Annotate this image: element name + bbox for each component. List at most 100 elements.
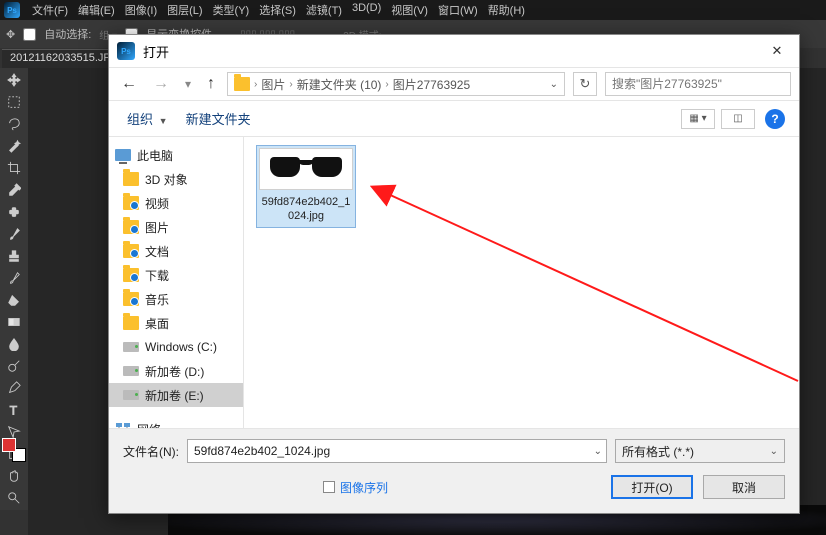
chevron-down-icon: ⌄: [770, 446, 778, 457]
color-swatch[interactable]: [2, 438, 26, 462]
forward-button[interactable]: →: [149, 75, 173, 93]
filename-input[interactable]: 59fd874e2b402_1024.jpg⌄: [187, 439, 607, 463]
pc-icon: [115, 149, 131, 161]
move-tool[interactable]: [2, 70, 26, 90]
folder-icon: [123, 292, 139, 306]
heal-tool[interactable]: [2, 202, 26, 222]
menu-view[interactable]: 视图(V): [391, 2, 428, 18]
view-mode-button[interactable]: ▦ ▾: [681, 109, 715, 129]
tree-desktop[interactable]: 桌面: [109, 311, 243, 335]
open-button[interactable]: 打开(O): [611, 475, 693, 499]
sunglasses-icon: [270, 157, 342, 181]
menu-window[interactable]: 窗口(W): [438, 2, 478, 18]
menu-select[interactable]: 选择(S): [259, 2, 296, 18]
checkbox-icon: [323, 481, 335, 493]
crop-tool[interactable]: [2, 158, 26, 178]
tree-3d-objects[interactable]: 3D 对象: [109, 167, 243, 191]
svg-text:T: T: [10, 403, 18, 417]
crumb-dropdown-icon[interactable]: ⌄: [550, 79, 558, 90]
tree-videos[interactable]: 视频: [109, 191, 243, 215]
dialog-footer: 文件名(N): 59fd874e2b402_1024.jpg⌄ 所有格式 (*.…: [109, 428, 799, 513]
eraser-tool[interactable]: [2, 290, 26, 310]
tree-network[interactable]: 网络: [109, 417, 243, 428]
tree-documents[interactable]: 文档: [109, 239, 243, 263]
tree-drive-d[interactable]: 新加卷 (D:): [109, 359, 243, 383]
drive-icon: [123, 390, 139, 400]
crumb-1[interactable]: 新建文件夹 (10): [297, 76, 382, 93]
folder-icon: [234, 77, 250, 91]
breadcrumb[interactable]: › 图片 › 新建文件夹 (10) › 图片27763925 ⌄: [227, 72, 565, 96]
tree-this-pc[interactable]: 此电脑: [109, 143, 243, 167]
search-input[interactable]: [605, 72, 791, 96]
wand-tool[interactable]: [2, 136, 26, 156]
file-name-label: 59fd874e2b402_1024.jpg: [259, 194, 353, 225]
refresh-button[interactable]: ↻: [573, 72, 597, 96]
crumb-2[interactable]: 图片27763925: [393, 76, 470, 93]
tree-drive-e[interactable]: 新加卷 (E:): [109, 383, 243, 407]
open-dialog: Ps 打开 ✕ ← → ▾ ↑ › 图片 › 新建文件夹 (10) › 图片27…: [108, 34, 800, 514]
tree-music[interactable]: 音乐: [109, 287, 243, 311]
thumbnail-image: [259, 148, 353, 190]
autoselect-label: 自动选择:: [44, 26, 91, 42]
zoom-tool[interactable]: [2, 488, 26, 508]
file-thumbnail[interactable]: 59fd874e2b402_1024.jpg: [256, 145, 356, 228]
files-pane[interactable]: 59fd874e2b402_1024.jpg: [244, 137, 799, 428]
menu-edit[interactable]: 编辑(E): [78, 2, 115, 18]
type-tool[interactable]: T: [2, 400, 26, 420]
close-icon[interactable]: ✕: [763, 37, 791, 65]
up-button[interactable]: ↑: [203, 75, 219, 93]
dialog-title: 打开: [143, 42, 169, 61]
cancel-button[interactable]: 取消: [703, 475, 785, 499]
menu-filter[interactable]: 滤镜(T): [306, 2, 342, 18]
menu-type[interactable]: 类型(Y): [213, 2, 250, 18]
folder-icon: [123, 220, 139, 234]
organize-button[interactable]: 组织 ▼: [127, 109, 168, 128]
lasso-tool[interactable]: [2, 114, 26, 134]
menu-image[interactable]: 图像(I): [125, 2, 157, 18]
menu-help[interactable]: 帮助(H): [488, 2, 525, 18]
marquee-tool[interactable]: [2, 92, 26, 112]
eyedropper-tool[interactable]: [2, 180, 26, 200]
move-tool-icon: ✥: [6, 28, 15, 41]
crumb-0[interactable]: 图片: [261, 76, 285, 93]
image-sequence-checkbox[interactable]: 图像序列: [323, 479, 388, 496]
ps-titlebar: Ps 文件(F) 编辑(E) 图像(I) 图层(L) 类型(Y) 选择(S) 滤…: [0, 0, 826, 20]
folder-icon: [123, 244, 139, 258]
hand-tool[interactable]: [2, 466, 26, 486]
menu-layer[interactable]: 图层(L): [167, 2, 202, 18]
preview-pane-button[interactable]: ◫: [721, 109, 755, 129]
dialog-toolbar: 组织 ▼ 新建文件夹 ▦ ▾ ◫ ?: [109, 101, 799, 137]
drive-icon: [123, 342, 139, 352]
stamp-tool[interactable]: [2, 246, 26, 266]
folder-icon: [123, 196, 139, 210]
dodge-tool[interactable]: [2, 356, 26, 376]
menu-3d[interactable]: 3D(D): [352, 2, 381, 18]
folder-tree: 此电脑 3D 对象 视频 图片 文档 下载 音乐 桌面 Windows (C:)…: [109, 137, 244, 428]
recent-dropdown[interactable]: ▾: [181, 77, 195, 91]
ps-icon: Ps: [117, 42, 135, 60]
folder-icon: [123, 316, 139, 330]
brush-tool[interactable]: [2, 224, 26, 244]
pen-tool[interactable]: [2, 378, 26, 398]
menu-file[interactable]: 文件(F): [32, 2, 68, 18]
tree-drive-c[interactable]: Windows (C:): [109, 335, 243, 359]
chevron-down-icon[interactable]: ⌄: [594, 446, 602, 457]
new-folder-button[interactable]: 新建文件夹: [186, 109, 251, 128]
gradient-tool[interactable]: [2, 312, 26, 332]
tree-pictures[interactable]: 图片: [109, 215, 243, 239]
ps-logo: Ps: [4, 2, 20, 18]
dialog-nav: ← → ▾ ↑ › 图片 › 新建文件夹 (10) › 图片27763925 ⌄…: [109, 67, 799, 101]
drive-icon: [123, 366, 139, 376]
help-icon[interactable]: ?: [765, 109, 785, 129]
blur-tool[interactable]: [2, 334, 26, 354]
folder-icon: [123, 268, 139, 282]
ps-menu: 文件(F) 编辑(E) 图像(I) 图层(L) 类型(Y) 选择(S) 滤镜(T…: [32, 2, 525, 18]
history-brush-tool[interactable]: [2, 268, 26, 288]
tree-downloads[interactable]: 下载: [109, 263, 243, 287]
file-filter-dropdown[interactable]: 所有格式 (*.*)⌄: [615, 439, 785, 463]
folder-icon: [123, 172, 139, 186]
filename-label: 文件名(N):: [123, 443, 179, 460]
autoselect-checkbox[interactable]: [23, 28, 36, 41]
back-button[interactable]: ←: [117, 75, 141, 93]
dialog-titlebar: Ps 打开 ✕: [109, 35, 799, 67]
